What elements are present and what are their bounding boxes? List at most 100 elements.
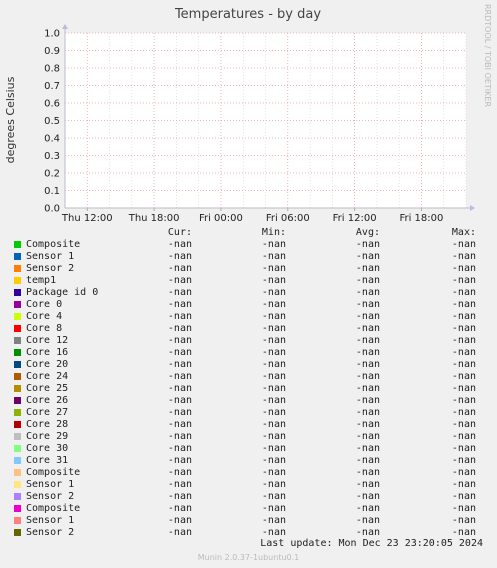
- legend-avg-value: -nan: [355, 359, 380, 370]
- legend-max-value: -nan: [451, 503, 476, 514]
- legend-item: Core 29 -nan -nan -nan -nan: [12, 431, 482, 443]
- legend-label: Sensor 1: [26, 515, 75, 526]
- legend-label: Core 25: [26, 383, 69, 394]
- legend-item: Core 26 -nan -nan -nan -nan: [12, 395, 482, 407]
- legend-max-value: -nan: [451, 383, 476, 394]
- legend-max-value: -nan: [451, 311, 476, 322]
- legend-item: Sensor 1 -nan -nan -nan -nan: [12, 479, 482, 491]
- x-tick-label: Fri 18:00: [399, 213, 443, 224]
- legend-min-value: -nan: [261, 431, 286, 442]
- legend-swatch: [14, 481, 21, 488]
- legend-max-value: -nan: [451, 419, 476, 430]
- legend-max-value: -nan: [451, 287, 476, 298]
- legend-label: Core 20: [26, 359, 69, 370]
- legend-min-value: -nan: [261, 251, 286, 262]
- legend-item: Core 30 -nan -nan -nan -nan: [12, 443, 482, 455]
- legend-avg-value: -nan: [355, 311, 380, 322]
- legend-label: Core 28: [26, 419, 69, 430]
- last-update: Last update: Mon Dec 23 23:20:05 2024: [260, 538, 483, 549]
- y-tick-label: 0.1: [44, 186, 60, 197]
- legend-max-value: -nan: [451, 407, 476, 418]
- legend-min-value: -nan: [261, 479, 286, 490]
- legend-rows: Composite -nan -nan -nan -nan Sensor 1 -nan -na…: [12, 239, 482, 539]
- legend-cur-value: -nan: [167, 419, 192, 430]
- legend-item: Core 24 -nan -nan -nan -nan: [12, 371, 482, 383]
- legend-item: Sensor 1 -nan -nan -nan -nan: [12, 251, 482, 263]
- legend-item: temp1 -nan -nan -nan -nan: [12, 275, 482, 287]
- legend-min-value: -nan: [261, 299, 286, 310]
- legend-cur-value: -nan: [167, 287, 192, 298]
- legend-item: Core 28 -nan -nan -nan -nan: [12, 419, 482, 431]
- legend-label: Core 26: [26, 395, 69, 406]
- x-tick-label: Fri 06:00: [266, 213, 310, 224]
- legend-label: Composite: [26, 467, 81, 478]
- legend-max-value: -nan: [451, 263, 476, 274]
- legend-min-value: -nan: [261, 443, 286, 454]
- legend-cur-value: -nan: [167, 431, 192, 442]
- legend-max-value: -nan: [451, 371, 476, 382]
- legend-cur-value: -nan: [167, 527, 192, 538]
- legend-avg-value: -nan: [355, 443, 380, 454]
- legend-max-value: -nan: [451, 251, 476, 262]
- legend-max-value: -nan: [451, 479, 476, 490]
- legend-min-value: -nan: [261, 503, 286, 514]
- legend-item: Sensor 2 -nan -nan -nan -nan: [12, 491, 482, 503]
- legend-label: Sensor 2: [26, 491, 75, 502]
- legend-swatch: [14, 421, 21, 428]
- legend-header: Cur: Min: Avg: Max:: [12, 227, 482, 239]
- y-tick-label: 0.6: [44, 99, 60, 110]
- y-tick-label: 0.0: [44, 204, 60, 215]
- legend-label: Core 16: [26, 347, 69, 358]
- legend-header-min: Min:: [261, 227, 286, 238]
- legend-min-value: -nan: [261, 383, 286, 394]
- legend-cur-value: -nan: [167, 251, 192, 262]
- legend-label: Composite: [26, 503, 81, 514]
- legend-max-value: -nan: [451, 275, 476, 286]
- legend-item: Sensor 2 -nan -nan -nan -nan: [12, 263, 482, 275]
- munin-version: Munin 2.0.37-1ubuntu0.1: [197, 553, 300, 562]
- legend-avg-value: -nan: [355, 479, 380, 490]
- legend-max-value: -nan: [451, 359, 476, 370]
- y-tick-label: 0.9: [44, 46, 60, 57]
- y-tick-label: 0.4: [44, 134, 60, 145]
- y-tick-label: 1.0: [44, 29, 60, 40]
- legend-item: Core 31 -nan -nan -nan -nan: [12, 455, 482, 467]
- legend-swatch: [14, 361, 21, 368]
- legend-max-value: -nan: [451, 455, 476, 466]
- legend-avg-value: -nan: [355, 263, 380, 274]
- legend-avg-value: -nan: [355, 467, 380, 478]
- y-tick-label: 0.7: [44, 81, 60, 92]
- legend-item: Package id 0 -nan -nan -nan -nan: [12, 287, 482, 299]
- legend-avg-value: -nan: [355, 323, 380, 334]
- legend-max-value: -nan: [451, 299, 476, 310]
- legend-swatch: [14, 349, 21, 356]
- legend-cur-value: -nan: [167, 479, 192, 490]
- legend-cur-value: -nan: [167, 491, 192, 502]
- legend-min-value: -nan: [261, 515, 286, 526]
- legend-avg-value: -nan: [355, 239, 380, 250]
- legend-swatch: [14, 445, 21, 452]
- legend-min-value: -nan: [261, 263, 286, 274]
- legend-cur-value: -nan: [167, 455, 192, 466]
- legend-cur-value: -nan: [167, 263, 192, 274]
- legend-min-value: -nan: [261, 335, 286, 346]
- legend-label: Sensor 2: [26, 527, 75, 538]
- x-tick-label: Fri 00:00: [199, 213, 243, 224]
- legend-cur-value: -nan: [167, 239, 192, 250]
- legend-cur-value: -nan: [167, 299, 192, 310]
- legend-item: Core 4 -nan -nan -nan -nan: [12, 311, 482, 323]
- y-axis-arrow: [62, 24, 68, 29]
- legend-swatch: [14, 241, 21, 248]
- legend-avg-value: -nan: [355, 431, 380, 442]
- legend-label: Core 0: [26, 299, 63, 310]
- legend-item: Core 0 -nan -nan -nan -nan: [12, 299, 482, 311]
- legend-cur-value: -nan: [167, 275, 192, 286]
- legend-cur-value: -nan: [167, 311, 192, 322]
- legend-cur-value: -nan: [167, 359, 192, 370]
- legend-swatch: [14, 301, 21, 308]
- legend-swatch: [14, 397, 21, 404]
- legend-cur-value: -nan: [167, 335, 192, 346]
- chart: Temperatures - by day degrees Celsius RR…: [4, 4, 492, 224]
- legend-avg-value: -nan: [355, 503, 380, 514]
- legend-swatch: [14, 385, 21, 392]
